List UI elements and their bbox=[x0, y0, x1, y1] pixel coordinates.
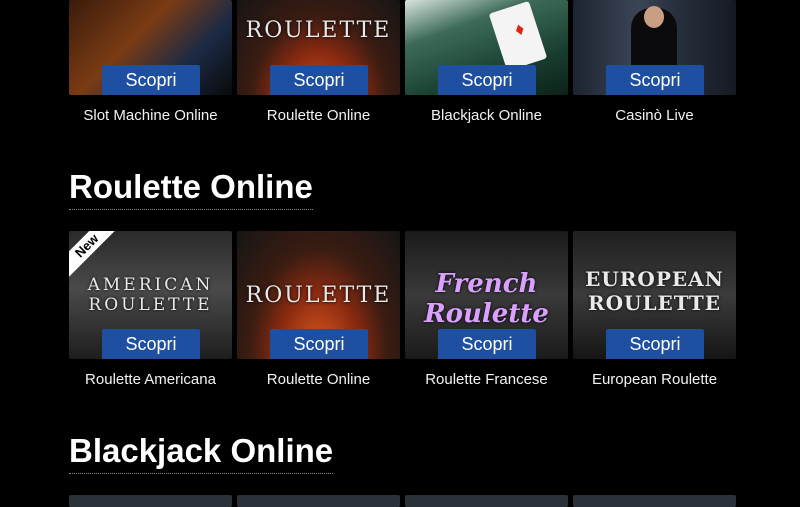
game-thumbnail[interactable] bbox=[69, 495, 232, 507]
category-label[interactable]: Blackjack Online bbox=[405, 107, 568, 124]
game-card[interactable]: French Roulette Scopri Roulette Francese bbox=[405, 231, 568, 388]
game-card[interactable]: ROULETTE Scopri Roulette Online bbox=[237, 231, 400, 388]
game-card[interactable] bbox=[405, 495, 568, 507]
discover-button[interactable]: Scopri bbox=[270, 329, 368, 359]
game-thumbnail[interactable] bbox=[405, 495, 568, 507]
roulette-games-row: New AMERICAN ROULETTE Scopri Roulette Am… bbox=[69, 231, 736, 388]
thumbnail-title: French Roulette bbox=[424, 269, 549, 329]
section-title-roulette: Roulette Online bbox=[69, 169, 313, 210]
category-label[interactable]: Roulette Online bbox=[237, 107, 400, 124]
game-card[interactable] bbox=[237, 495, 400, 507]
thumbnail-title: ROULETTE bbox=[245, 283, 392, 308]
category-label[interactable]: Casinò Live bbox=[573, 107, 736, 124]
game-thumbnail[interactable]: ROULETTE Scopri bbox=[237, 231, 400, 359]
discover-button[interactable]: Scopri bbox=[438, 65, 536, 95]
discover-button[interactable]: Scopri bbox=[270, 65, 368, 95]
section-title-blackjack: Blackjack Online bbox=[69, 433, 334, 474]
blackjack-thumbnail[interactable]: ♦ Scopri bbox=[405, 0, 568, 95]
category-card-roulette[interactable]: ROULETTE Scopri Roulette Online bbox=[237, 0, 400, 124]
thumbnail-title: ROULETTE bbox=[245, 18, 392, 43]
category-card-live[interactable]: Scopri Casinò Live bbox=[573, 0, 736, 124]
category-row: Scopri Slot Machine Online ROULETTE Scop… bbox=[69, 0, 736, 124]
game-card[interactable] bbox=[69, 495, 232, 507]
new-badge: New bbox=[69, 231, 122, 281]
playing-card-icon: ♦ bbox=[488, 0, 548, 72]
game-thumbnail[interactable]: New AMERICAN ROULETTE Scopri bbox=[69, 231, 232, 359]
roulette-thumbnail[interactable]: ROULETTE Scopri bbox=[237, 0, 400, 95]
game-thumbnail[interactable]: French Roulette Scopri bbox=[405, 231, 568, 359]
game-card[interactable] bbox=[573, 495, 736, 507]
game-label[interactable]: European Roulette bbox=[573, 371, 736, 388]
game-label[interactable]: Roulette Online bbox=[237, 371, 400, 388]
discover-button[interactable]: Scopri bbox=[438, 329, 536, 359]
game-thumbnail[interactable] bbox=[237, 495, 400, 507]
discover-button[interactable]: Scopri bbox=[606, 65, 704, 95]
game-thumbnail[interactable] bbox=[573, 495, 736, 507]
game-card[interactable]: New AMERICAN ROULETTE Scopri Roulette Am… bbox=[69, 231, 232, 388]
live-casino-thumbnail[interactable]: Scopri bbox=[573, 0, 736, 95]
category-label[interactable]: Slot Machine Online bbox=[69, 107, 232, 124]
discover-button[interactable]: Scopri bbox=[102, 65, 200, 95]
discover-button[interactable]: Scopri bbox=[102, 329, 200, 359]
thumbnail-title: AMERICAN ROULETTE bbox=[87, 275, 214, 315]
discover-button[interactable]: Scopri bbox=[606, 329, 704, 359]
category-card-slot[interactable]: Scopri Slot Machine Online bbox=[69, 0, 232, 124]
game-card[interactable]: EUROPEAN ROULETTE Scopri European Roulet… bbox=[573, 231, 736, 388]
game-thumbnail[interactable]: EUROPEAN ROULETTE Scopri bbox=[573, 231, 736, 359]
game-label[interactable]: Roulette Americana bbox=[69, 371, 232, 388]
thumbnail-title: EUROPEAN ROULETTE bbox=[585, 267, 724, 315]
blackjack-games-row bbox=[69, 495, 736, 507]
game-label[interactable]: Roulette Francese bbox=[405, 371, 568, 388]
slot-thumbnail[interactable]: Scopri bbox=[69, 0, 232, 95]
category-card-blackjack[interactable]: ♦ Scopri Blackjack Online bbox=[405, 0, 568, 124]
